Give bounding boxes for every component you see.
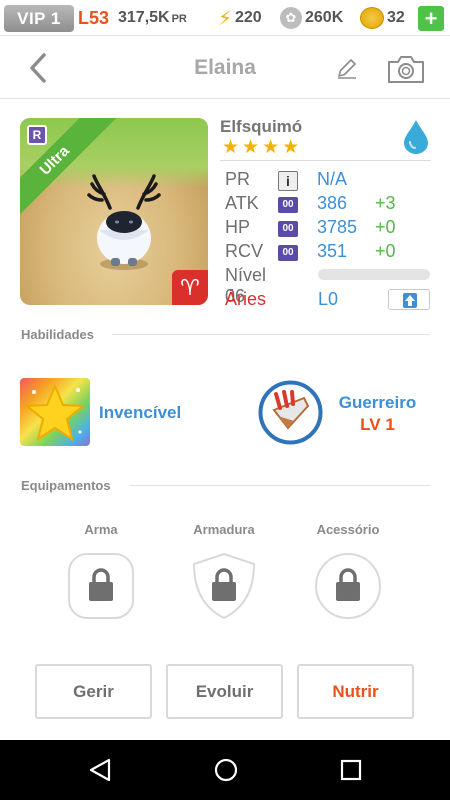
stat-chip-icon: 00 [278, 197, 298, 213]
coin-count: 32 [387, 9, 405, 26]
weapon-slot-label: Arma [84, 522, 118, 537]
lightning-icon: ⚡ [218, 8, 233, 30]
stat-label: ATK [225, 193, 259, 213]
pet-creature-image [87, 174, 161, 270]
pet-rank: L0 [318, 289, 339, 309]
vip-badge[interactable]: VIP 1 [4, 5, 74, 32]
water-element-icon [404, 120, 428, 154]
zodiac-sign: Áries [225, 289, 267, 309]
abilities-divider [112, 334, 430, 335]
player-power-value: 317,5K [118, 9, 170, 26]
stat-label: RCV [225, 241, 264, 261]
energy-count: 220 [235, 9, 262, 26]
weapon-slot[interactable] [67, 552, 135, 620]
accessory-slot-label: Acessório [316, 522, 380, 537]
stat-chip-icon: 00 [278, 245, 298, 261]
nav-recent-apps-icon[interactable] [340, 759, 362, 781]
system-nav-bar [0, 740, 450, 800]
stat-value: 3785 [317, 217, 358, 237]
class-level: LV 1 [360, 415, 395, 434]
info-divider [220, 160, 431, 161]
stat-bonus: +0 [375, 241, 396, 261]
manage-button[interactable]: Gerir [35, 664, 152, 719]
stat-value: 351 [317, 241, 348, 261]
stat-value: 386 [317, 193, 348, 213]
add-currency-button[interactable]: + [418, 6, 444, 31]
equipment-section-title: Equipamentos [21, 478, 111, 493]
stat-bonus: +0 [375, 217, 396, 237]
player-power: 317,5K PR [118, 9, 187, 27]
player-level: L53 [78, 8, 110, 28]
armor-slot[interactable] [190, 552, 258, 620]
feed-button[interactable]: Nutrir [297, 664, 414, 719]
star-rating: ★ ★ ★ ★ [222, 138, 299, 158]
star-icon: ★ [222, 137, 240, 158]
skill-name: Invencível [99, 403, 182, 422]
paw-icon: ✿ [280, 7, 302, 29]
star-icon: ★ [282, 137, 300, 158]
abilities-section-title: Habilidades [21, 327, 94, 342]
star-icon: ★ [242, 137, 260, 158]
rank-up-button[interactable] [388, 289, 430, 310]
rank-badge: R [27, 125, 47, 145]
stat-chip-icon: 00 [278, 221, 298, 237]
stat-value: N/A [317, 169, 348, 189]
pet-portrait[interactable]: Ultra R ♈ [20, 118, 208, 305]
status-bar: VIP 1 L53 317,5K PR ⚡ 220 ✿ 260K 32 + [0, 0, 450, 36]
page-title: Elaina [194, 56, 256, 79]
stat-bonus: +3 [375, 193, 396, 213]
stat-label: HP [225, 217, 251, 237]
zodiac-aries-icon: ♈ [172, 270, 208, 305]
camera-icon[interactable] [386, 53, 426, 85]
pet-species: Elfsquimó [220, 117, 303, 136]
stat-label: PR [225, 169, 251, 189]
paw-count: 260K [305, 9, 344, 26]
class-name: Guerreiro [338, 393, 417, 412]
armor-slot-label: Armadura [193, 522, 255, 537]
equipment-divider [130, 485, 430, 486]
pencil-icon[interactable] [334, 55, 360, 81]
page-header: Elaina [0, 37, 450, 99]
player-power-unit: PR [171, 13, 187, 25]
evolve-button[interactable]: Evoluir [166, 664, 283, 719]
arrow-up-icon [403, 293, 417, 308]
level-progress-bar [318, 269, 430, 280]
warrior-class-icon[interactable] [258, 380, 323, 445]
nav-home-icon[interactable] [213, 757, 239, 783]
star-icon [24, 383, 86, 442]
accessory-slot[interactable] [314, 552, 382, 620]
nav-back-icon[interactable] [87, 757, 113, 783]
star-icon: ★ [262, 137, 280, 158]
info-icon[interactable]: i [278, 171, 298, 191]
skill-icon-invincible[interactable] [20, 378, 90, 446]
coin-icon [360, 7, 384, 29]
